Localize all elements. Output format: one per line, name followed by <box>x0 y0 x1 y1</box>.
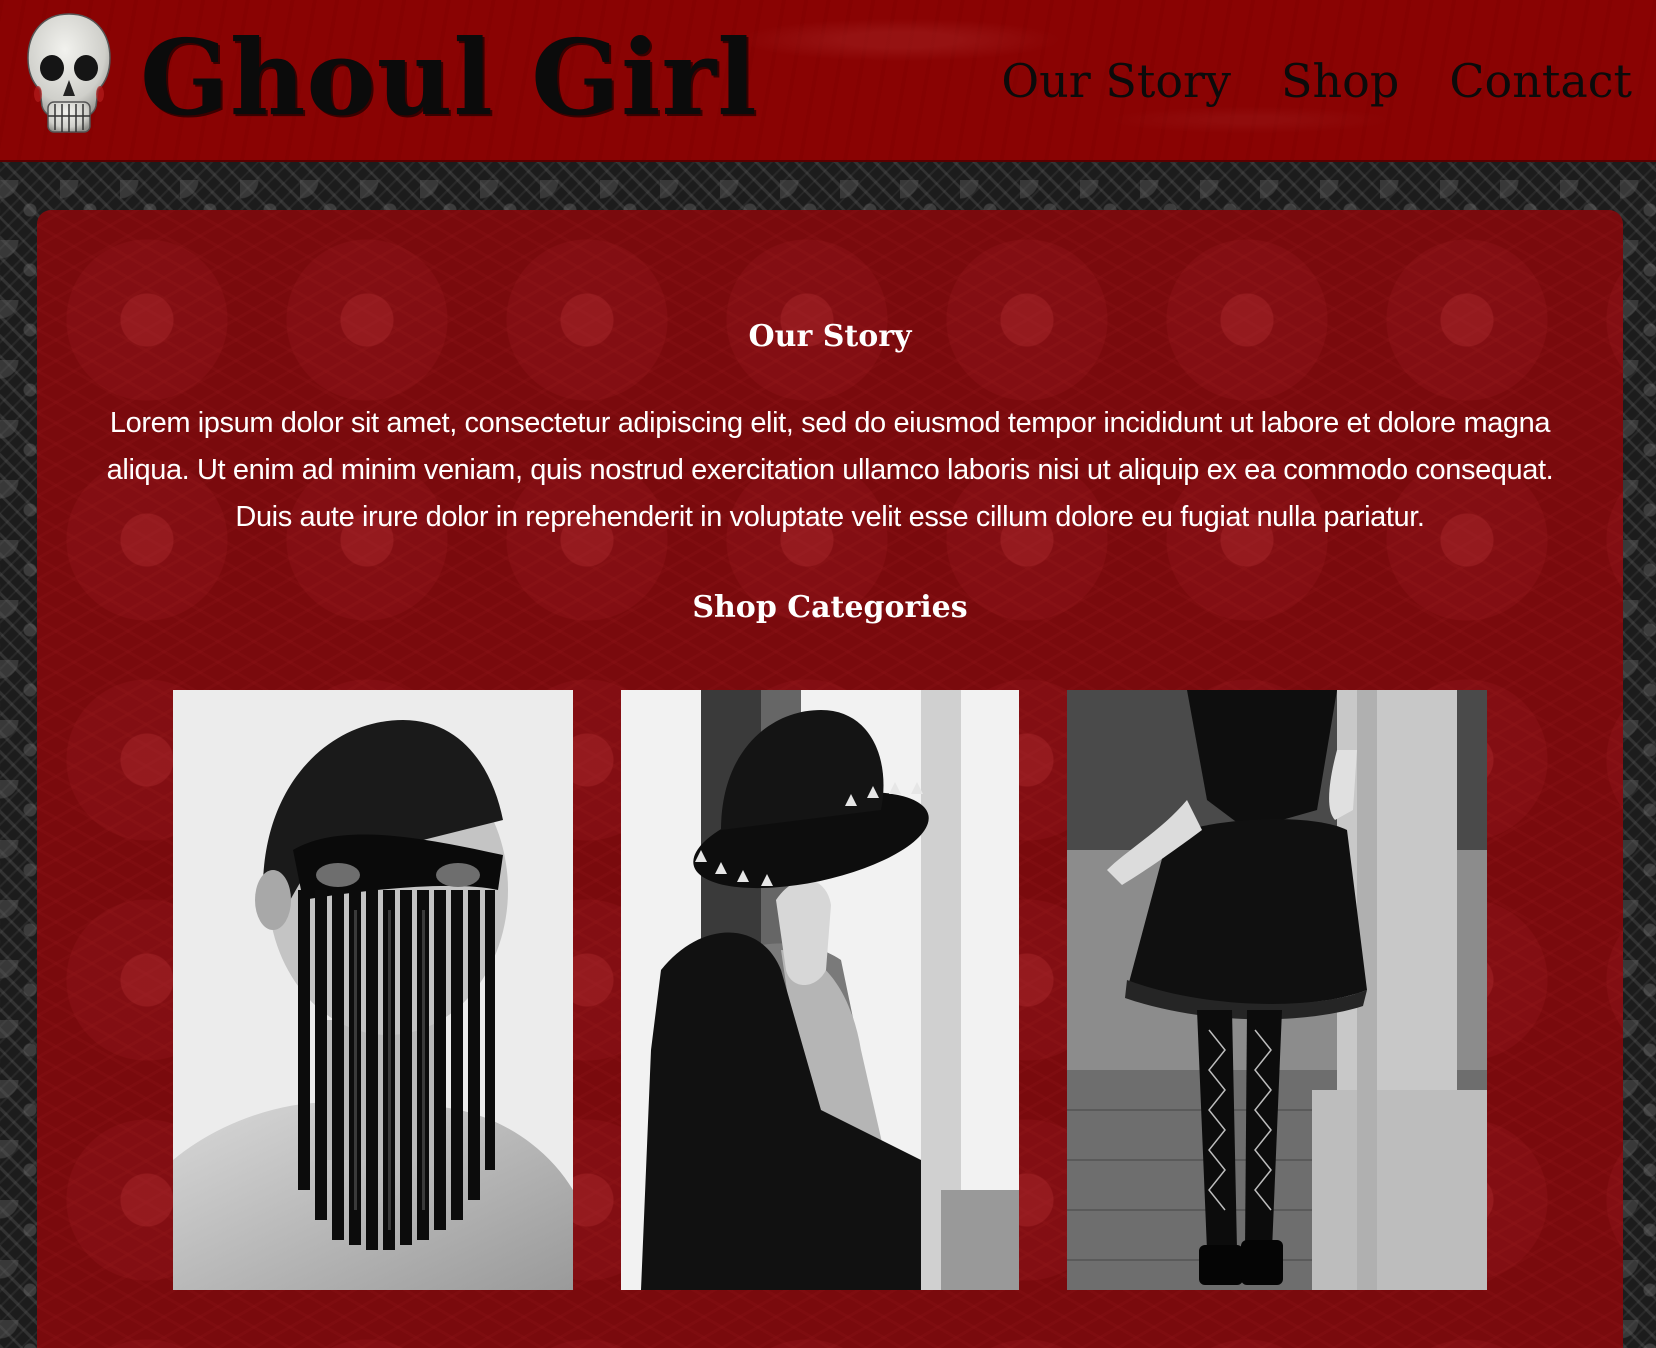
category-tile-mask[interactable] <box>173 690 573 1290</box>
our-story-heading: Our Story <box>748 319 912 354</box>
main-nav: Our Story Shop Contact <box>1001 46 1632 116</box>
skull-icon[interactable] <box>22 10 116 138</box>
category-tile-dress[interactable] <box>1067 690 1487 1290</box>
nav-contact[interactable]: Contact <box>1449 46 1632 116</box>
site-header: Ghoul Girl Our Story Shop Contact <box>0 0 1656 162</box>
our-story-text: Lorem ipsum dolor sit amet, consectetur … <box>106 407 1554 533</box>
studded-hat-photo <box>621 690 1019 1290</box>
category-tile-hat[interactable] <box>621 690 1019 1290</box>
nav-our-story[interactable]: Our Story <box>1001 46 1231 116</box>
site-title[interactable]: Ghoul Girl <box>140 18 758 138</box>
content-panel: Our Story Lorem ipsum dolor sit amet, co… <box>37 210 1623 1348</box>
nav-shop[interactable]: Shop <box>1281 46 1399 116</box>
fringe-mask-photo <box>173 690 573 1290</box>
shop-categories-heading: Shop Categories <box>692 590 968 625</box>
black-dress-photo <box>1067 690 1487 1290</box>
